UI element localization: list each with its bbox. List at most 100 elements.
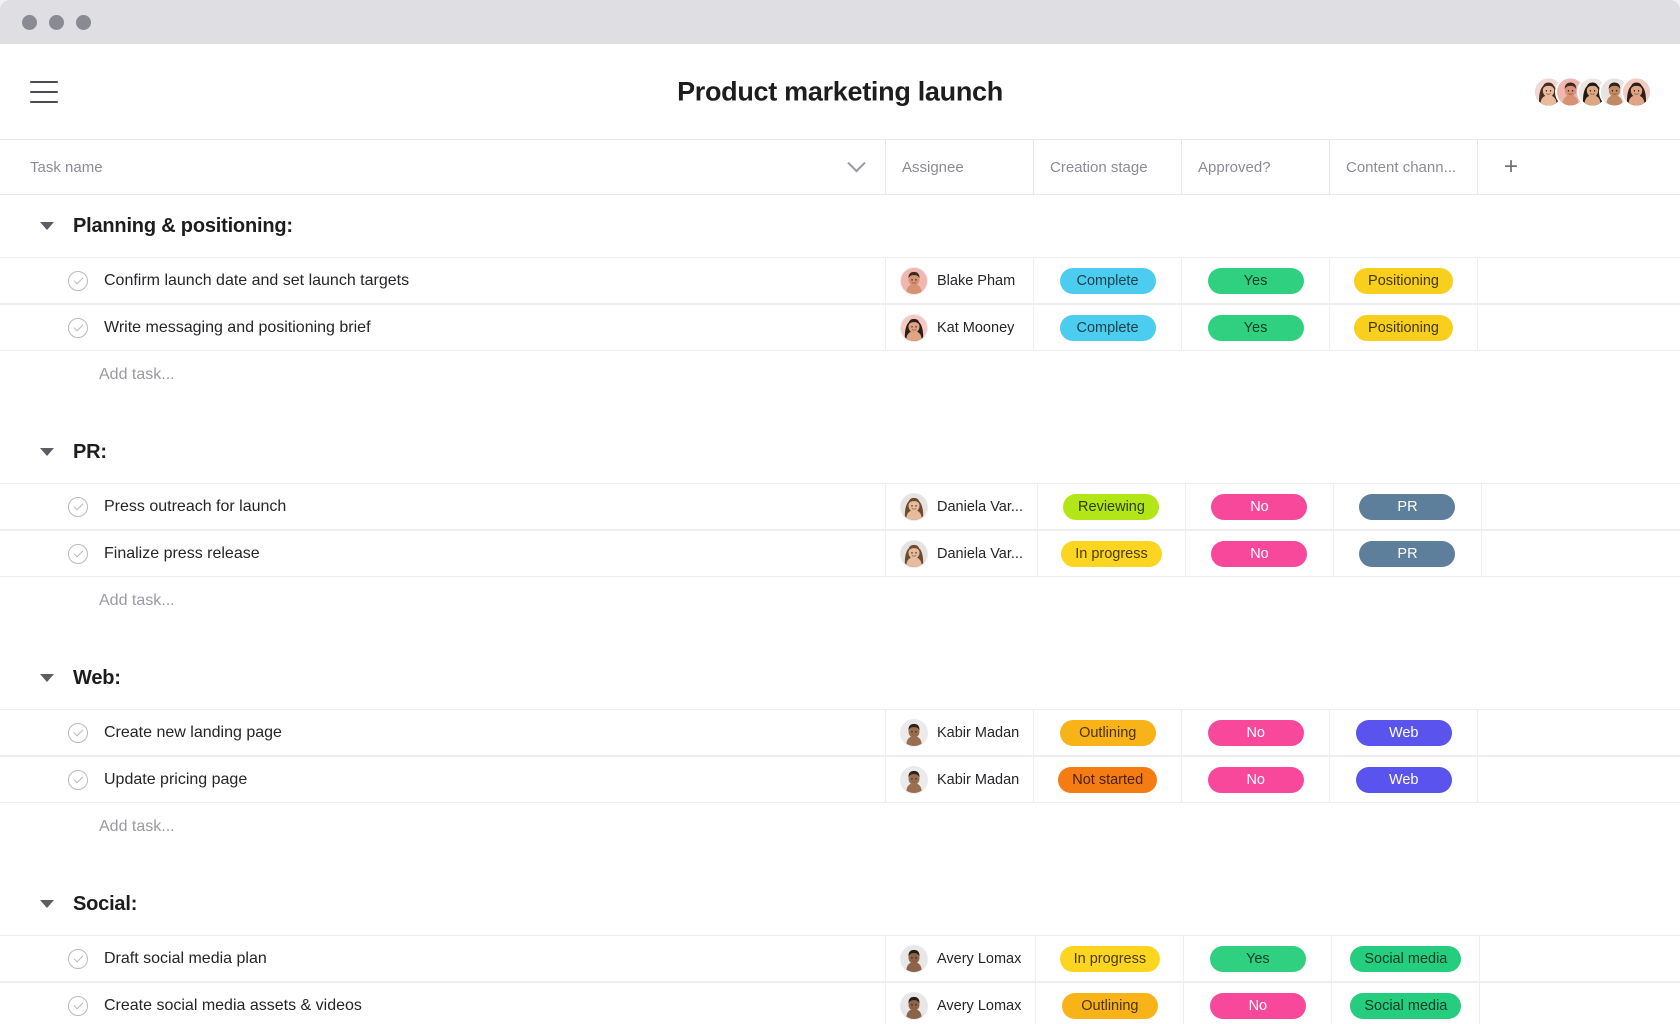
column-header-task-name[interactable]: Task name [0,140,886,194]
cell-approved[interactable]: Yes [1184,936,1332,981]
table-row[interactable]: Create new landing pageKabir Madan Outlin… [0,709,1680,756]
cell-task-name[interactable]: Update pricing page [0,757,886,802]
content-channel-tag[interactable]: Web [1356,720,1452,746]
complete-check-icon[interactable] [68,770,88,790]
complete-check-icon[interactable] [68,271,88,291]
cell-assignee[interactable]: Kat Mooney [886,305,1034,350]
creation-stage-tag[interactable]: In progress [1060,946,1161,972]
cell-content-channel[interactable]: Web [1330,757,1478,802]
column-header-assignee[interactable]: Assignee [886,140,1034,194]
table-row[interactable]: Create social media assets & videosAvery… [0,982,1680,1024]
add-task-button[interactable]: Add task... [0,351,1680,399]
cell-assignee[interactable]: Daniela Var... [886,484,1038,529]
approved-tag[interactable]: No [1208,720,1304,746]
approved-tag[interactable]: No [1211,494,1307,520]
content-channel-tag[interactable]: PR [1359,494,1455,520]
cell-content-channel[interactable]: Social media [1332,983,1480,1024]
cell-creation-stage[interactable]: In progress [1036,936,1184,981]
complete-check-icon[interactable] [68,996,88,1016]
table-row[interactable]: Draft social media planAvery Lomax In pro… [0,935,1680,982]
creation-stage-tag[interactable]: Not started [1058,767,1157,793]
section-header[interactable]: Social: [0,873,1680,935]
approved-tag[interactable]: Yes [1208,268,1304,294]
creation-stage-tag[interactable]: Complete [1060,268,1156,294]
add-column-button[interactable]: + [1504,155,1518,179]
creation-stage-tag[interactable]: Outlining [1060,720,1156,746]
table-row[interactable]: Confirm launch date and set launch targe… [0,257,1680,304]
cell-approved[interactable]: No [1182,710,1330,755]
cell-creation-stage[interactable]: Outlining [1036,983,1184,1024]
approved-tag[interactable]: No [1208,767,1304,793]
add-task-button[interactable]: Add task... [0,577,1680,625]
cell-creation-stage[interactable]: Complete [1034,305,1182,350]
cell-content-channel[interactable]: Web [1330,710,1478,755]
cell-creation-stage[interactable]: Not started [1034,757,1182,802]
cell-creation-stage[interactable]: Complete [1034,258,1182,303]
cell-task-name[interactable]: Finalize press release [0,531,886,576]
cell-assignee[interactable]: Kabir Madan [886,710,1034,755]
cell-approved[interactable]: No [1182,757,1330,802]
cell-approved[interactable]: Yes [1182,305,1330,350]
cell-content-channel[interactable]: Positioning [1330,305,1478,350]
cell-content-channel[interactable]: Positioning [1330,258,1478,303]
cell-content-channel[interactable]: Social media [1332,936,1480,981]
collapse-triangle-icon[interactable] [40,222,54,230]
cell-assignee[interactable]: Kabir Madan [886,757,1034,802]
creation-stage-tag[interactable]: Reviewing [1063,494,1159,520]
approved-tag[interactable]: Yes [1208,315,1304,341]
content-channel-tag[interactable]: Social media [1350,993,1461,1019]
content-channel-tag[interactable]: Positioning [1354,315,1453,341]
cell-task-name[interactable]: Draft social media plan [0,936,886,981]
cell-approved[interactable]: Yes [1182,258,1330,303]
cell-assignee[interactable]: Avery Lomax [886,936,1036,981]
table-row[interactable]: Update pricing pageKabir Madan Not starte… [0,756,1680,803]
cell-assignee[interactable]: Blake Pham [886,258,1034,303]
cell-task-name[interactable]: Write messaging and positioning brief [0,305,886,350]
cell-assignee[interactable]: Avery Lomax [886,983,1036,1024]
cell-task-name[interactable]: Create social media assets & videos [0,983,886,1024]
column-header-approved[interactable]: Approved? [1182,140,1330,194]
complete-check-icon[interactable] [68,544,88,564]
avatar[interactable] [1621,76,1652,107]
cell-creation-stage[interactable]: Reviewing [1038,484,1186,529]
column-header-creation-stage[interactable]: Creation stage [1034,140,1182,194]
cell-task-name[interactable]: Create new landing page [0,710,886,755]
content-channel-tag[interactable]: Social media [1350,946,1461,972]
table-row[interactable]: Finalize press releaseDaniela Var... In p… [0,530,1680,577]
creation-stage-tag[interactable]: In progress [1061,541,1162,567]
cell-content-channel[interactable]: PR [1334,484,1482,529]
section-header[interactable]: PR: [0,421,1680,483]
chevron-down-icon[interactable] [847,154,865,172]
add-task-button[interactable]: Add task... [0,803,1680,851]
complete-check-icon[interactable] [68,497,88,517]
content-channel-tag[interactable]: PR [1359,541,1455,567]
collapse-triangle-icon[interactable] [40,448,54,456]
minimize-window-icon[interactable] [49,15,64,30]
cell-assignee[interactable]: Daniela Var... [886,531,1038,576]
collaborator-avatars[interactable] [1533,76,1652,107]
cell-approved[interactable]: No [1186,484,1334,529]
cell-task-name[interactable]: Press outreach for launch [0,484,886,529]
content-channel-tag[interactable]: Positioning [1354,268,1453,294]
approved-tag[interactable]: No [1211,541,1307,567]
complete-check-icon[interactable] [68,723,88,743]
complete-check-icon[interactable] [68,318,88,338]
approved-tag[interactable]: No [1210,993,1306,1019]
cell-task-name[interactable]: Confirm launch date and set launch targe… [0,258,886,303]
cell-approved[interactable]: No [1184,983,1332,1024]
table-row[interactable]: Write messaging and positioning briefKat… [0,304,1680,351]
cell-creation-stage[interactable]: In progress [1038,531,1186,576]
column-header-content-channel[interactable]: Content chann... [1330,140,1478,194]
section-header[interactable]: Web: [0,647,1680,709]
maximize-window-icon[interactable] [76,15,91,30]
content-channel-tag[interactable]: Web [1356,767,1452,793]
creation-stage-tag[interactable]: Outlining [1062,993,1158,1019]
table-row[interactable]: Press outreach for launchDaniela Var... R… [0,483,1680,530]
approved-tag[interactable]: Yes [1210,946,1306,972]
cell-approved[interactable]: No [1186,531,1334,576]
section-header[interactable]: Planning & positioning: [0,195,1680,257]
cell-content-channel[interactable]: PR [1334,531,1482,576]
collapse-triangle-icon[interactable] [40,900,54,908]
cell-creation-stage[interactable]: Outlining [1034,710,1182,755]
creation-stage-tag[interactable]: Complete [1060,315,1156,341]
